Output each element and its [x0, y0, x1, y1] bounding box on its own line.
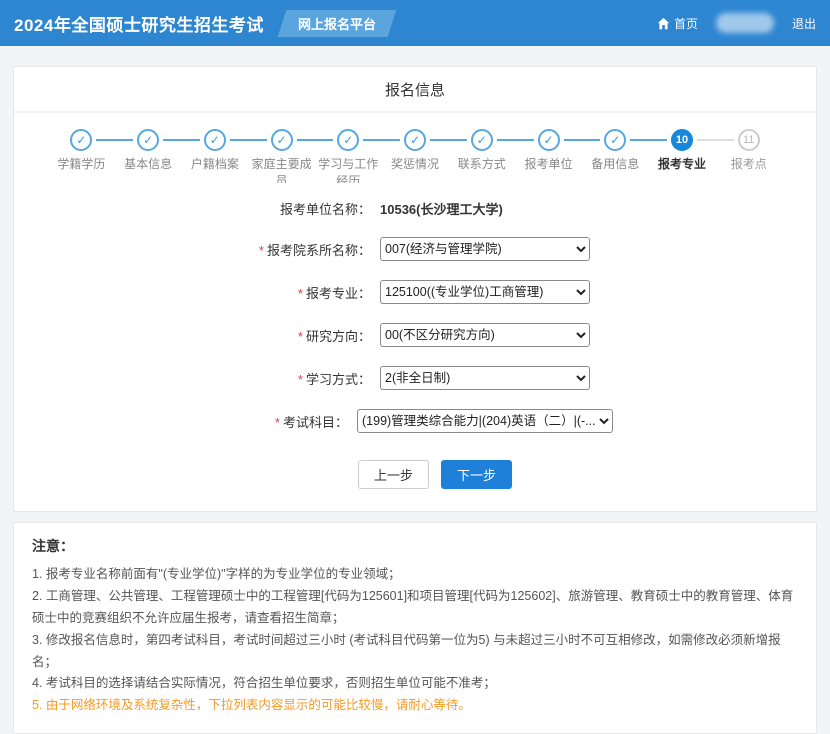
registration-panel: 报名信息 ✓ 学籍学历 ✓ 基本信息 ✓ 户籍档案 ✓ 家庭主要成员 ✓ 学习与… — [13, 66, 817, 512]
home-link[interactable]: 首页 — [657, 15, 698, 32]
department-select[interactable]: 007(经济与管理学院) — [380, 237, 590, 261]
step-label: 报考专业 — [649, 156, 716, 173]
step-circle: ✓ — [604, 129, 626, 151]
notice-panel: 注意： 1. 报考专业名称前面有"(专业学位)"字样的为专业学位的专业领域； 2… — [13, 522, 817, 734]
study-mode-row: *学习方式： 2(非全日制) — [14, 366, 756, 390]
step-household[interactable]: ✓ 户籍档案 — [181, 129, 248, 183]
step-basic-info[interactable]: ✓ 基本信息 — [115, 129, 182, 183]
form-buttons: 上一步 下一步 — [54, 452, 816, 511]
check-icon: ✓ — [610, 134, 620, 146]
header-actions: 首页 退出 — [657, 13, 816, 33]
major-label: *报考专业： — [180, 283, 380, 302]
step-label: 报考点 — [715, 156, 782, 173]
step-label: 基本信息 — [115, 156, 182, 173]
major-select[interactable]: 125100((专业学位)工商管理) — [380, 280, 590, 304]
notice-item-3: 3. 修改报名信息时，第四考试科目，考试时间超过三小时 (考试科目代码第一位为5… — [32, 630, 798, 674]
progress-stepper: ✓ 学籍学历 ✓ 基本信息 ✓ 户籍档案 ✓ 家庭主要成员 ✓ 学习与工作经历 … — [14, 113, 816, 183]
step-number: 11 — [738, 129, 760, 151]
step-label: 家庭主要成员 — [248, 156, 315, 183]
step-label: 奖惩情况 — [382, 156, 449, 173]
page-title: 报名信息 — [14, 67, 816, 113]
step-circle: ✓ — [337, 129, 359, 151]
step-circle: ✓ — [204, 129, 226, 151]
notice-item-1: 1. 报考专业名称前面有"(专业学位)"字样的为专业学位的专业领域； — [32, 564, 798, 586]
notice-title: 注意： — [32, 536, 798, 556]
logout-link[interactable]: 退出 — [792, 15, 816, 32]
research-direction-label: *研究方向： — [180, 326, 380, 345]
required-asterisk: * — [275, 415, 280, 430]
step-target-major-current[interactable]: 10 报考专业 — [649, 129, 716, 183]
exam-subjects-row: *考试科目： (199)管理类综合能力|(204)英语（二）|(-... — [14, 409, 756, 433]
step-circle: ✓ — [137, 129, 159, 151]
required-asterisk: * — [298, 329, 303, 344]
step-exam-site[interactable]: 11 报考点 — [715, 129, 782, 183]
platform-badge-label: 网上报名平台 — [298, 14, 376, 33]
major-form: 报考单位名称： 10536(长沙理工大学) *报考院系所名称： 007(经济与管… — [14, 183, 816, 433]
step-label: 户籍档案 — [181, 156, 248, 173]
step-target-unit[interactable]: ✓ 报考单位 — [515, 129, 582, 183]
platform-badge: 网上报名平台 — [277, 10, 396, 37]
exam-subjects-select[interactable]: (199)管理类综合能力|(204)英语（二）|(-... — [357, 409, 613, 433]
check-icon: ✓ — [76, 134, 86, 146]
department-row: *报考院系所名称： 007(经济与管理学院) — [14, 237, 756, 261]
step-circle: ✓ — [404, 129, 426, 151]
check-icon: ✓ — [343, 134, 353, 146]
step-circle: ✓ — [70, 129, 92, 151]
step-contact[interactable]: ✓ 联系方式 — [448, 129, 515, 183]
step-backup-info[interactable]: ✓ 备用信息 — [582, 129, 649, 183]
unit-name-row: 报考单位名称： 10536(长沙理工大学) — [14, 199, 756, 218]
check-icon: ✓ — [277, 134, 287, 146]
step-label: 备用信息 — [582, 156, 649, 173]
major-row: *报考专业： 125100((专业学位)工商管理) — [14, 280, 756, 304]
unit-name-value: 10536(长沙理工大学) — [380, 199, 590, 218]
step-number: 10 — [671, 129, 693, 151]
app-title: 2024年全国硕士研究生招生考试 — [14, 11, 264, 36]
page-body: 报名信息 ✓ 学籍学历 ✓ 基本信息 ✓ 户籍档案 ✓ 家庭主要成员 ✓ 学习与… — [0, 46, 830, 734]
home-icon — [657, 17, 670, 30]
step-rewards-punishments[interactable]: ✓ 奖惩情况 — [382, 129, 449, 183]
step-circle: ✓ — [538, 129, 560, 151]
unit-name-label: 报考单位名称： — [180, 199, 380, 218]
check-icon: ✓ — [210, 134, 220, 146]
required-asterisk: * — [259, 243, 264, 258]
check-icon: ✓ — [410, 134, 420, 146]
step-label: 联系方式 — [448, 156, 515, 173]
step-label: 学籍学历 — [48, 156, 115, 173]
step-label: 报考单位 — [515, 156, 582, 173]
app-header: 2024年全国硕士研究生招生考试 网上报名平台 首页 退出 — [0, 0, 830, 46]
step-study-work[interactable]: ✓ 学习与工作经历 — [315, 129, 382, 183]
step-circle: ✓ — [271, 129, 293, 151]
username-redacted — [716, 13, 774, 33]
step-family-members[interactable]: ✓ 家庭主要成员 — [248, 129, 315, 183]
exam-subjects-label: *考试科目： — [157, 412, 357, 431]
check-icon: ✓ — [543, 134, 553, 146]
notice-item-5-warning: 5. 由于网络环境及系统复杂性，下拉列表内容显示的可能比较慢，请耐心等待。 — [32, 695, 798, 717]
step-circle: ✓ — [471, 129, 493, 151]
step-school-record[interactable]: ✓ 学籍学历 — [48, 129, 115, 183]
research-direction-row: *研究方向： 00(不区分研究方向) — [14, 323, 756, 347]
home-label: 首页 — [674, 15, 698, 32]
check-icon: ✓ — [143, 134, 153, 146]
previous-step-button[interactable]: 上一步 — [358, 460, 429, 489]
study-mode-label: *学习方式： — [180, 369, 380, 388]
department-label: *报考院系所名称： — [180, 240, 380, 259]
required-asterisk: * — [298, 286, 303, 301]
research-direction-select[interactable]: 00(不区分研究方向) — [380, 323, 590, 347]
required-asterisk: * — [298, 372, 303, 387]
next-step-button[interactable]: 下一步 — [441, 460, 512, 489]
notice-item-2: 2. 工商管理、公共管理、工程管理硕士中的工程管理[代码为125601]和项目管… — [32, 586, 798, 630]
check-icon: ✓ — [477, 134, 487, 146]
notice-item-4: 4. 考试科目的选择请结合实际情况，符合招生单位要求，否则招生单位可能不准考； — [32, 673, 798, 695]
study-mode-select[interactable]: 2(非全日制) — [380, 366, 590, 390]
step-label: 学习与工作经历 — [315, 156, 382, 183]
